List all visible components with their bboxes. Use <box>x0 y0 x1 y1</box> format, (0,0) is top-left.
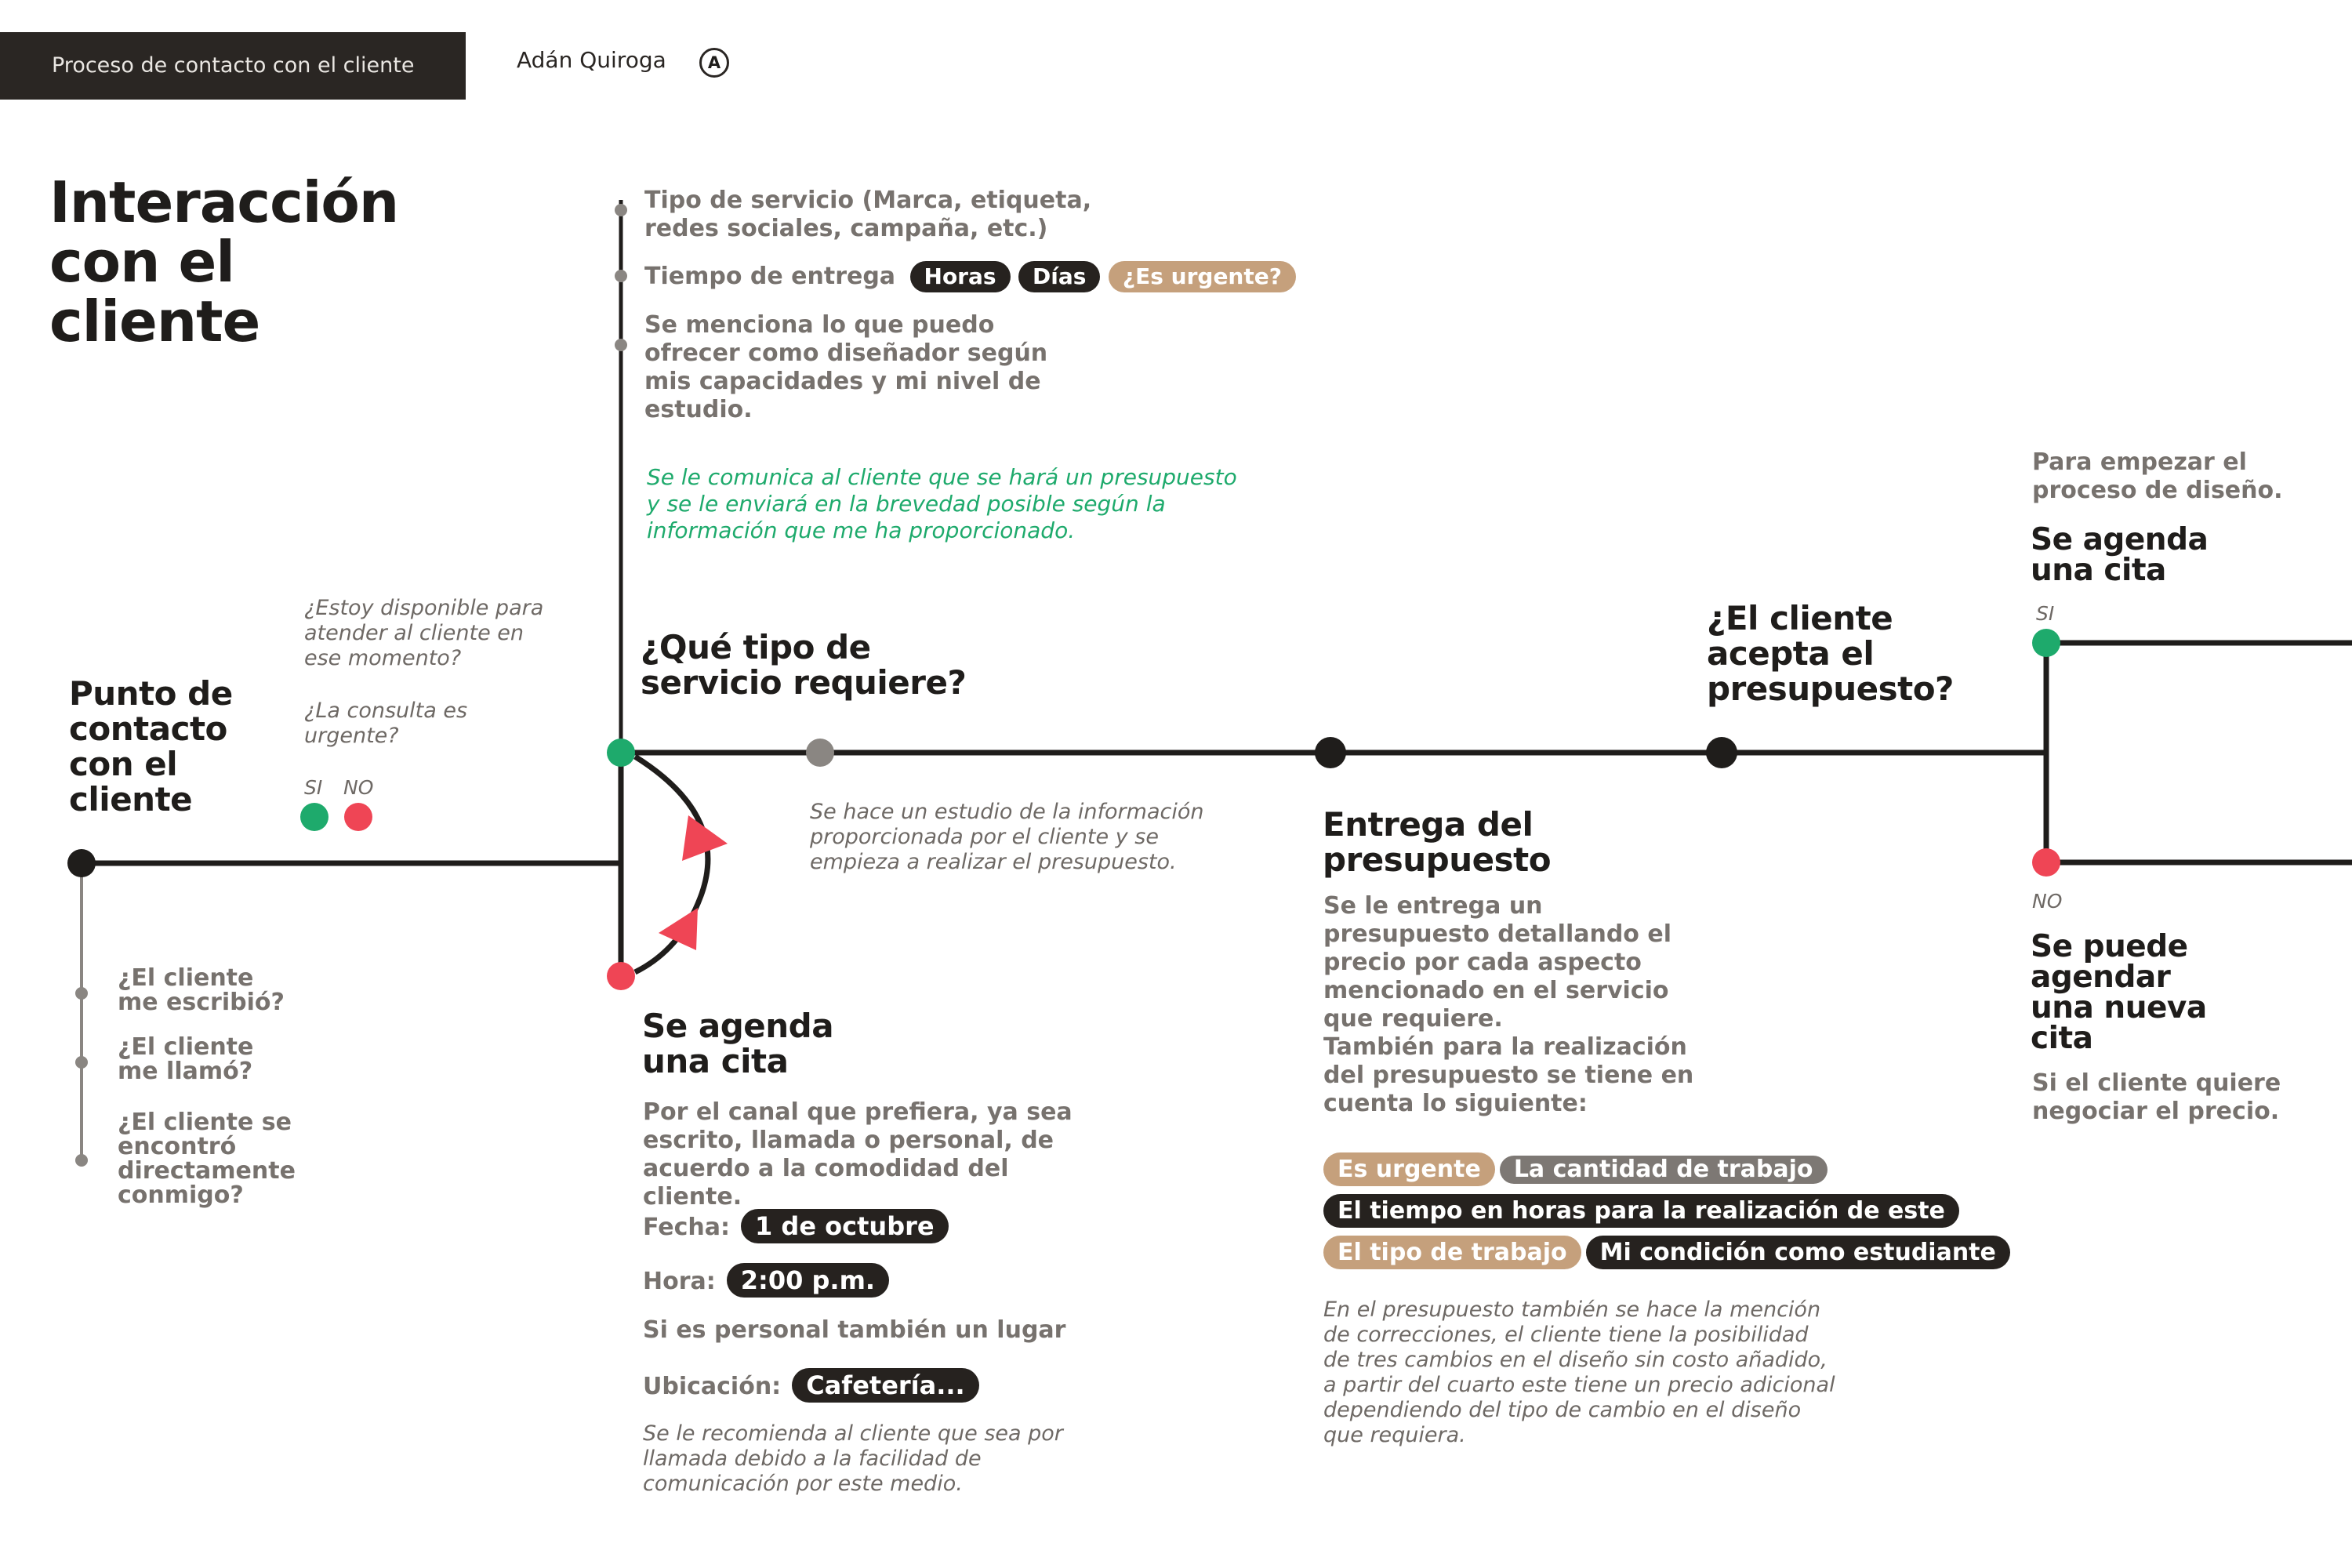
factor-tag: El tipo de trabajo <box>1323 1236 1581 1269</box>
budget-factors-row-1: Es urgente La cantidad de trabajo <box>1323 1152 1832 1186</box>
service-node-yes <box>607 739 635 767</box>
accept-yes-node <box>2032 629 2060 657</box>
legend-no-label: NO <box>343 776 374 799</box>
personal-note: Si es personal también un lugar <box>643 1316 1066 1344</box>
arrow-up <box>682 815 728 861</box>
days-tag: Días <box>1018 261 1101 292</box>
service-item-dot <box>615 270 627 282</box>
channel-dot <box>75 1056 88 1069</box>
accept-no-desc: Si el cliente quiere negociar el precio. <box>2032 1069 2281 1125</box>
start-title: Punto de contacto con el cliente <box>69 674 233 818</box>
date-value: 1 de octubre <box>741 1209 949 1243</box>
location-label: Ubicación: <box>643 1373 782 1400</box>
availability-question: ¿Estoy disponible para atender al client… <box>304 596 544 670</box>
time-value: 2:00 p.m. <box>726 1263 890 1298</box>
date-field: Fecha: 1 de octubre <box>643 1209 949 1245</box>
page-title: Interacción con el cliente <box>49 169 399 354</box>
delivery-desc: Se le entrega un presupuesto detallando … <box>1323 892 1671 1033</box>
accept-yes-title: Se agenda una cita <box>2031 522 2209 588</box>
accept-title: ¿El cliente acepta el presupuesto? <box>1707 599 1954 708</box>
delivery-node <box>1315 737 1346 768</box>
study-node <box>806 739 834 767</box>
location-value: Cafetería... <box>792 1368 979 1403</box>
author-logo-icon: A <box>699 48 729 78</box>
factor-tag: El tiempo en horas para la realización d… <box>1323 1194 1959 1228</box>
time-field: Hora: 2:00 p.m. <box>643 1263 890 1299</box>
hours-tag: Horas <box>909 261 1011 292</box>
appointment-title: Se agenda una cita <box>642 1007 834 1080</box>
channel-dot <box>75 987 88 1000</box>
urgency-question: ¿La consulta es urgente? <box>304 699 468 748</box>
service-item-dot <box>615 339 627 351</box>
factor-tag: Mi condición como estudiante <box>1585 1236 2010 1269</box>
legend-yes-label: SI <box>304 776 323 799</box>
urgent-tag: ¿Es urgente? <box>1108 261 1296 292</box>
service-title: ¿Qué tipo de servicio requiere? <box>641 628 967 702</box>
offer-item: Se menciona lo que puedo ofrecer como di… <box>644 311 1048 423</box>
factor-tag: Es urgente <box>1323 1152 1495 1186</box>
arrow-down <box>659 908 698 950</box>
accept-no-node <box>2032 848 2060 877</box>
delivery-title: Entrega del presupuesto <box>1323 805 1552 879</box>
date-label: Fecha: <box>643 1214 731 1241</box>
author-name: Adán Quiroga <box>517 47 666 73</box>
budget-factors-row-3: El tipo de trabajo Mi condición como estu… <box>1323 1236 2015 1269</box>
call-recommendation: Se le recomienda al cliente que sea por … <box>643 1421 1063 1496</box>
delivery-time-label: Tiempo de entrega <box>644 263 896 290</box>
loop-arc <box>633 754 711 975</box>
accept-node <box>1706 737 1737 768</box>
process-tab[interactable]: Proceso de contacto con el cliente <box>0 32 466 100</box>
accept-yes-label: SI <box>2036 602 2055 625</box>
channel-written: ¿El cliente me escribió? <box>118 964 285 1016</box>
location-field: Ubicación: Cafetería... <box>643 1368 979 1404</box>
service-item-dot <box>615 204 627 216</box>
delivery-desc-2: También para la realización del presupue… <box>1323 1033 1694 1117</box>
accept-no-label: NO <box>2032 890 2063 913</box>
channel-in-person: ¿El cliente se encontró directamente con… <box>118 1109 296 1209</box>
service-type-item: Tipo de servicio (Marca, etiqueta, redes… <box>644 187 1092 242</box>
accept-no-title: Se puede agendar una nueva cita <box>2031 929 2207 1056</box>
delivery-time-item: Tiempo de entrega Horas Días ¿Es urgente… <box>644 261 1296 292</box>
channel-call: ¿El cliente me llamó? <box>118 1033 254 1085</box>
appointment-node-no <box>607 962 635 990</box>
budget-factors-row-2: El tiempo en horas para la realización d… <box>1323 1194 1964 1228</box>
budget-notice: Se le comunica al cliente que se hará un… <box>647 464 1237 543</box>
study-note: Se hace un estudio de la información pro… <box>810 800 1204 874</box>
factor-tag: La cantidad de trabajo <box>1499 1156 1828 1184</box>
appointment-desc: Por el canal que prefiera, ya sea escrit… <box>643 1098 1073 1210</box>
start-node <box>67 849 96 877</box>
time-label: Hora: <box>643 1268 716 1295</box>
channel-dot <box>75 1154 88 1167</box>
corrections-note: En el presupuesto también se hace la men… <box>1323 1298 1835 1447</box>
legend-no-dot <box>344 803 372 831</box>
accept-yes-pre: Para empezar el proceso de diseño. <box>2032 448 2283 504</box>
legend-yes-dot <box>300 803 328 831</box>
